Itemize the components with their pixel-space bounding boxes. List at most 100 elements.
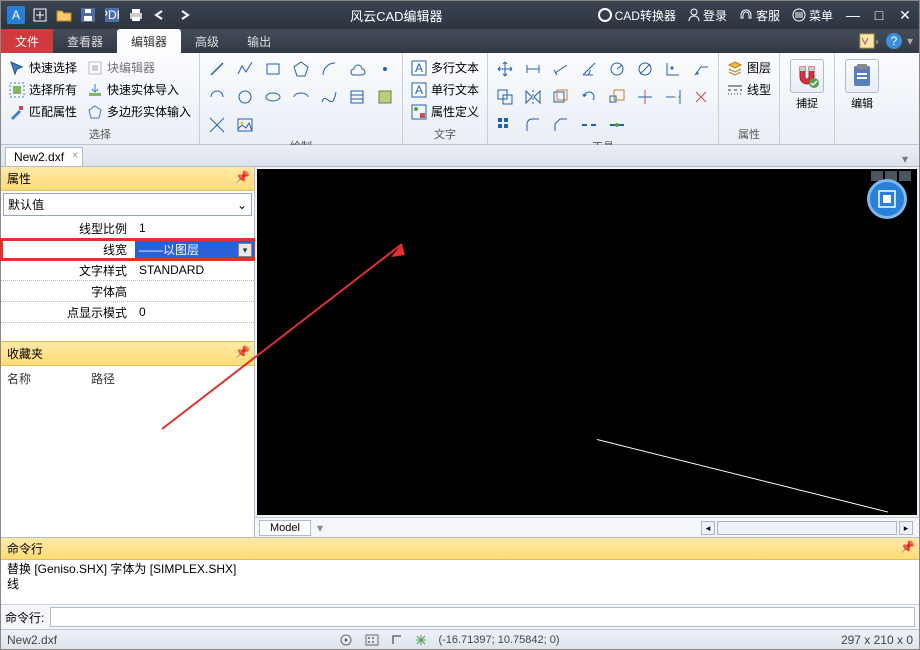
prop-value[interactable]: ——以图层▾ — [135, 241, 254, 258]
view-cube-button[interactable] — [867, 179, 907, 219]
polyline-icon[interactable] — [234, 58, 256, 80]
scale-icon[interactable] — [606, 86, 628, 108]
leader-icon[interactable] — [690, 58, 712, 80]
dim-linear-icon[interactable] — [522, 58, 544, 80]
block-insert-icon[interactable] — [374, 86, 396, 108]
command-input[interactable] — [50, 607, 915, 627]
stext-button[interactable]: A单行文本 — [409, 80, 481, 99]
extend-icon[interactable] — [662, 86, 684, 108]
rotate-icon[interactable] — [578, 86, 600, 108]
pin-icon[interactable]: 📌 — [235, 345, 250, 359]
arc2-icon[interactable] — [206, 86, 228, 108]
menu-button[interactable]: 菜单 — [792, 7, 833, 24]
scroll-track[interactable] — [717, 521, 897, 535]
close-tab-icon[interactable]: × — [72, 150, 78, 161]
trim-icon[interactable] — [634, 86, 656, 108]
offset-icon[interactable] — [550, 86, 572, 108]
select-all-button[interactable]: 选择所有 — [7, 80, 79, 99]
pin-icon[interactable]: 📌 — [900, 540, 915, 554]
tab-viewer[interactable]: 查看器 — [53, 29, 117, 53]
close-button[interactable]: ✕ — [895, 7, 915, 24]
cloud-icon[interactable] — [346, 58, 368, 80]
dropdown-icon[interactable]: ▾ — [238, 243, 252, 257]
move-icon[interactable] — [494, 58, 516, 80]
model-tab[interactable]: Model — [259, 520, 311, 536]
redo-icon[interactable] — [173, 4, 195, 26]
app-icon[interactable]: A — [5, 4, 27, 26]
maximize-button[interactable]: □ — [869, 7, 889, 24]
snap-toggle-icon[interactable] — [338, 633, 354, 647]
help-icon[interactable]: ? — [885, 32, 903, 50]
spline-icon[interactable] — [318, 86, 340, 108]
rect-icon[interactable] — [262, 58, 284, 80]
dim-radius-icon[interactable] — [606, 58, 628, 80]
solid-import-button[interactable]: 快速实体导入 — [85, 80, 193, 99]
arc-icon[interactable] — [318, 58, 340, 80]
print-icon[interactable] — [125, 4, 147, 26]
save-pdf-icon[interactable]: PDF — [101, 4, 123, 26]
ellipse-arc-icon[interactable] — [290, 86, 312, 108]
ellipse-icon[interactable] — [262, 86, 284, 108]
dim-angular-icon[interactable] — [578, 58, 600, 80]
polar-toggle-icon[interactable] — [414, 633, 428, 647]
dim-aligned-icon[interactable] — [550, 58, 572, 80]
ortho-toggle-icon[interactable] — [390, 633, 404, 647]
help-drop-icon[interactable]: ▾ — [907, 34, 913, 48]
cad-converter-button[interactable]: CAD转换器 — [598, 7, 676, 24]
polygon-input-button[interactable]: 多边形实体输入 — [85, 102, 193, 121]
tab-output[interactable]: 输出 — [233, 29, 285, 53]
circle-icon[interactable] — [234, 86, 256, 108]
fillet-icon[interactable] — [522, 114, 544, 136]
scroll-right-icon[interactable]: ▸ — [899, 521, 913, 535]
pin-icon[interactable]: 📌 — [235, 170, 250, 184]
array-icon[interactable] — [494, 114, 516, 136]
dim-ordinate-icon[interactable] — [662, 58, 684, 80]
explode-icon[interactable] — [690, 86, 712, 108]
break-icon[interactable] — [578, 114, 600, 136]
layer-button[interactable]: 图层 — [725, 58, 773, 77]
login-button[interactable]: 登录 — [688, 7, 727, 24]
snap-button[interactable]: 捕捉 — [786, 55, 828, 128]
tab-editor[interactable]: 编辑器 — [117, 29, 181, 53]
hatch-icon[interactable] — [346, 86, 368, 108]
model-dropdown-icon[interactable]: ▾ — [317, 521, 323, 535]
block-editor-button[interactable]: 块编辑器 — [85, 58, 193, 77]
chamfer-icon[interactable] — [550, 114, 572, 136]
horizontal-scrollbar[interactable]: ◂ ▸ — [701, 521, 919, 535]
linetype-button[interactable]: 线型 — [725, 80, 773, 99]
edit-button[interactable]: 编辑 — [841, 55, 883, 128]
save-icon[interactable] — [77, 4, 99, 26]
drawing-canvas[interactable] — [257, 169, 917, 515]
prop-row-textheight[interactable]: 字体高 — [1, 281, 254, 302]
prop-row-lineweight[interactable]: 线宽——以图层▾ — [1, 239, 254, 260]
properties-combo[interactable]: 默认值⌄ — [3, 193, 252, 216]
prop-row-ltscale[interactable]: 线型比例1 — [1, 218, 254, 239]
attdef-button[interactable]: 属性定义 — [409, 102, 481, 121]
open-icon[interactable] — [53, 4, 75, 26]
grid-toggle-icon[interactable] — [364, 633, 380, 647]
mirror-icon[interactable] — [522, 86, 544, 108]
join-icon[interactable] — [606, 114, 628, 136]
document-tab[interactable]: New2.dxf× — [5, 147, 83, 166]
copy-icon[interactable] — [494, 86, 516, 108]
prop-row-textstyle[interactable]: 文字样式STANDARD — [1, 260, 254, 281]
scroll-left-icon[interactable]: ◂ — [701, 521, 715, 535]
new-icon[interactable] — [29, 4, 51, 26]
dim-diameter-icon[interactable] — [634, 58, 656, 80]
match-props-button[interactable]: 匹配属性 — [7, 102, 79, 121]
minimize-button[interactable]: — — [843, 7, 863, 24]
doctabs-dropdown-icon[interactable]: ▾ — [897, 152, 913, 166]
tab-file[interactable]: 文件 — [1, 29, 53, 53]
quick-select-button[interactable]: 快速选择 — [7, 58, 79, 77]
undo-icon[interactable] — [149, 4, 171, 26]
line-icon[interactable] — [206, 58, 228, 80]
xline-icon[interactable] — [206, 114, 228, 136]
tab-advanced[interactable]: 高级 — [181, 29, 233, 53]
style-dropdown-icon[interactable] — [859, 33, 881, 49]
image-icon[interactable] — [234, 114, 256, 136]
mtext-button[interactable]: A多行文本 — [409, 58, 481, 77]
polygon-draw-icon[interactable] — [290, 58, 312, 80]
support-button[interactable]: 客服 — [739, 7, 780, 24]
vp-close-icon[interactable] — [899, 171, 911, 181]
point-icon[interactable] — [374, 58, 396, 80]
